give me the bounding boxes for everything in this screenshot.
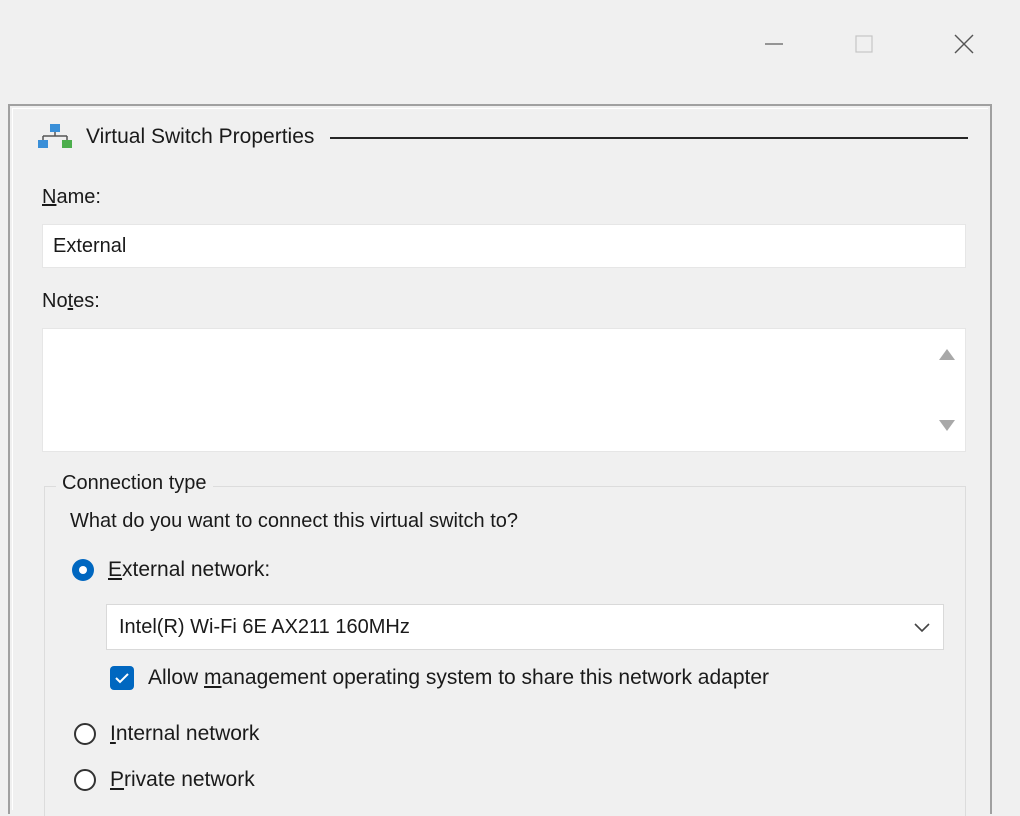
private-network-radio[interactable]: Private network <box>74 768 255 792</box>
scroll-up-icon[interactable] <box>939 349 955 360</box>
internal-network-radio[interactable]: Internal network <box>74 722 259 746</box>
connection-type-title: Connection type <box>56 472 213 495</box>
external-network-label: External network: <box>108 558 271 581</box>
private-network-label: Private network <box>110 768 255 791</box>
internal-network-label: Internal network <box>110 722 260 745</box>
connection-type-group <box>44 486 966 816</box>
notes-label: Notes: <box>42 290 100 312</box>
minimize-icon <box>765 43 783 45</box>
scroll-down-icon[interactable] <box>939 420 955 431</box>
section-title: Virtual Switch Properties <box>86 125 315 148</box>
checkmark-icon <box>115 673 129 684</box>
network-icon <box>38 124 72 148</box>
allow-management-checkbox[interactable] <box>110 666 134 690</box>
name-label: Name: <box>42 186 101 208</box>
minimize-button[interactable] <box>752 22 796 66</box>
close-button[interactable] <box>942 22 986 66</box>
notes-textarea[interactable] <box>42 328 966 452</box>
notes-scrollbar[interactable] <box>931 329 965 451</box>
radio-unselected-icon[interactable] <box>74 769 96 791</box>
close-icon <box>954 34 974 54</box>
network-adapter-select[interactable]: Intel(R) Wi-Fi 6E AX211 160MHz <box>106 604 944 650</box>
maximize-icon <box>855 35 873 53</box>
section-divider <box>330 137 968 139</box>
chevron-down-icon <box>914 623 930 633</box>
network-adapter-value: Intel(R) Wi-Fi 6E AX211 160MHz <box>119 615 410 638</box>
section-header: Virtual Switch Properties <box>36 120 968 154</box>
name-input[interactable] <box>42 224 966 268</box>
radio-selected-icon[interactable] <box>72 559 94 581</box>
allow-management-checkbox-row[interactable]: Allow management operating system to sha… <box>110 666 769 690</box>
connection-question: What do you want to connect this virtual… <box>70 510 518 532</box>
external-network-radio[interactable]: External network: <box>72 558 270 582</box>
maximize-button[interactable] <box>842 22 886 66</box>
allow-management-label: Allow management operating system to sha… <box>148 666 770 689</box>
radio-unselected-icon[interactable] <box>74 723 96 745</box>
